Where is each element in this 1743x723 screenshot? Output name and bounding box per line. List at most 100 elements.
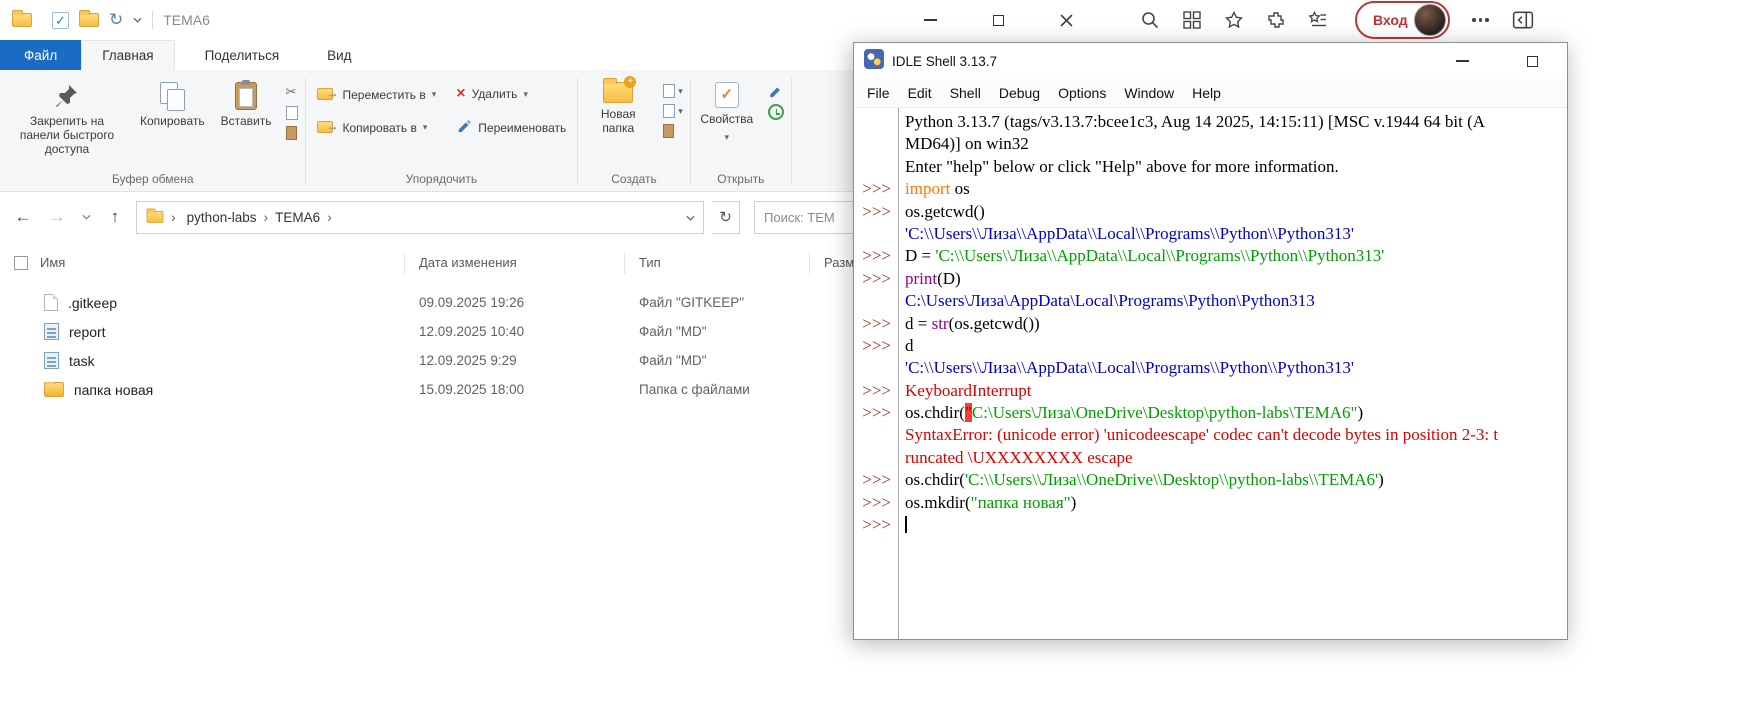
copy-to-button[interactable]: → Копировать в ▾ (309, 115, 445, 140)
shell-prompt (854, 156, 898, 178)
shell-line-text: 'C:\\Users\\Лиза\\AppData\\Local\\Progra… (898, 357, 1567, 379)
shell-prompt (854, 424, 898, 446)
breadcrumb-chevron-icon: › (169, 209, 178, 225)
back-icon[interactable]: ← (10, 204, 36, 230)
edit-icon[interactable] (768, 84, 784, 98)
column-header-type[interactable]: Тип (625, 252, 810, 274)
new-shortcut-icon[interactable] (663, 124, 683, 138)
shell-prompt: >>> (854, 201, 898, 223)
favorites-list-icon[interactable] (1307, 9, 1329, 31)
qat-customize-chevron-icon[interactable] (133, 11, 142, 29)
delete-label: Удалить (472, 87, 518, 101)
file-name: report (69, 324, 106, 340)
chevron-down-icon: ▾ (423, 122, 428, 133)
undo-redo-icon[interactable]: ↻ (109, 10, 123, 30)
shell-text-area[interactable]: Python 3.13.7 (tags/v3.13.7:bcee1c3, Aug… (854, 108, 1567, 639)
open-small-buttons (762, 76, 790, 128)
tab-view[interactable]: Вид (307, 40, 371, 70)
select-all-checkbox[interactable] (14, 256, 28, 270)
shell-line-text: 'C:\\Users\\Лиза\\AppData\\Local\\Progra… (898, 223, 1567, 245)
properties-button[interactable]: ✓ Свойства ▾ (692, 76, 762, 150)
shell-line-text: d (898, 335, 1567, 357)
group-divider (690, 78, 691, 185)
paste-icon (235, 82, 257, 110)
maximize-button[interactable] (985, 7, 1011, 33)
column-header-name[interactable]: Имя (0, 252, 405, 274)
file-date: 15.09.2025 18:00 (405, 382, 625, 397)
new-folder-icon (603, 82, 633, 103)
refresh-icon[interactable]: ↻ (712, 201, 740, 234)
menu-shell[interactable]: Shell (941, 85, 990, 101)
properties-label: Свойства (700, 112, 753, 126)
tab-file[interactable]: Файл (0, 40, 81, 70)
paste-shortcut-icon[interactable] (286, 126, 298, 140)
breadcrumb-chevron-icon[interactable]: › (325, 209, 334, 225)
file-icon (44, 294, 58, 311)
menu-edit[interactable]: Edit (899, 85, 941, 101)
idle-window-controls (1449, 43, 1545, 79)
folder-icon (44, 382, 64, 397)
delete-button[interactable]: × Удалить ▾ (448, 82, 574, 106)
tabs-grid-icon[interactable] (1181, 9, 1203, 31)
avatar (1414, 4, 1446, 36)
more-options-icon[interactable] (1470, 9, 1492, 31)
file-date: 12.09.2025 9:29 (405, 353, 625, 368)
file-type: Папка с файлами (625, 382, 810, 397)
history-icon[interactable] (768, 104, 784, 120)
shell-line-text: Enter "help" below or click "Help" above… (898, 156, 1567, 178)
shell-line-text: os.getcwd() (898, 201, 1567, 223)
column-header-date[interactable]: Дата изменения (405, 252, 625, 274)
new-item-icon[interactable]: ▾ (663, 84, 683, 98)
pin-to-quick-access-button[interactable]: Закрепить на панели быстрого доступа (2, 76, 132, 162)
properties-icon: ✓ (715, 82, 739, 108)
up-icon[interactable]: ↑ (102, 204, 128, 230)
properties-quick-icon[interactable]: ✓ (52, 12, 69, 29)
copy-to-label: Копировать в (343, 121, 417, 135)
menu-window[interactable]: Window (1115, 85, 1183, 101)
menu-debug[interactable]: Debug (990, 85, 1049, 101)
shell-prompt: >>> (854, 492, 898, 514)
tab-share[interactable]: Поделиться (185, 40, 300, 70)
shell-prompt: >>> (854, 335, 898, 357)
breadcrumb-item[interactable]: python-labs (182, 210, 262, 225)
shell-line-text: os.mkdir("папка новая") (898, 492, 1567, 514)
rename-button[interactable]: Переименовать (448, 114, 574, 141)
menu-file[interactable]: File (858, 85, 899, 101)
copy-path-icon[interactable] (286, 106, 298, 120)
easy-access-icon[interactable]: ▾ (663, 104, 683, 118)
address-bar[interactable]: › python-labs›TEMA6› (136, 201, 704, 234)
cut-icon[interactable]: ✂ (286, 84, 298, 100)
breadcrumb-chevron-icon[interactable]: › (261, 209, 270, 225)
shell-prompt: >>> (854, 245, 898, 267)
new-folder-label: Новая папка (587, 107, 649, 135)
breadcrumb-item[interactable]: TEMA6 (270, 210, 325, 225)
menu-options[interactable]: Options (1049, 85, 1115, 101)
paste-button[interactable]: Вставить (213, 76, 280, 134)
copy-button[interactable]: Копировать (132, 76, 213, 134)
idle-maximize-button[interactable] (1519, 48, 1545, 74)
copy-button-label: Копировать (140, 114, 205, 128)
shell-line-text: os.chdir('C:\\Users\\Лиза\\OneDrive\\Des… (898, 469, 1567, 491)
recent-locations-chevron-icon[interactable] (78, 204, 94, 230)
close-button[interactable] (1053, 7, 1079, 33)
minimize-button[interactable] (917, 7, 943, 33)
tab-home[interactable]: Главная (81, 40, 174, 70)
forward-icon[interactable]: → (44, 204, 70, 230)
chevron-down-icon: ▾ (432, 89, 437, 100)
shell-prompt (854, 357, 898, 379)
new-folder-button[interactable]: Новая папка (579, 76, 657, 141)
new-folder-quick-icon[interactable] (79, 13, 99, 27)
md-icon (44, 323, 59, 340)
move-to-button[interactable]: → Переместить в ▾ (309, 82, 445, 107)
idle-menubar: FileEditShellDebugOptionsWindowHelp (854, 79, 1567, 108)
signin-button[interactable]: Вход (1355, 1, 1450, 39)
address-dropdown-chevron-icon[interactable] (686, 210, 695, 225)
group-divider (577, 78, 578, 185)
sidebar-toggle-icon[interactable] (1512, 9, 1534, 31)
menu-help[interactable]: Help (1183, 85, 1230, 101)
favorite-star-icon[interactable] (1223, 9, 1245, 31)
idle-minimize-button[interactable] (1449, 48, 1475, 74)
extensions-icon[interactable] (1265, 9, 1287, 31)
file-name: task (69, 353, 95, 369)
search-icon[interactable] (1139, 9, 1161, 31)
